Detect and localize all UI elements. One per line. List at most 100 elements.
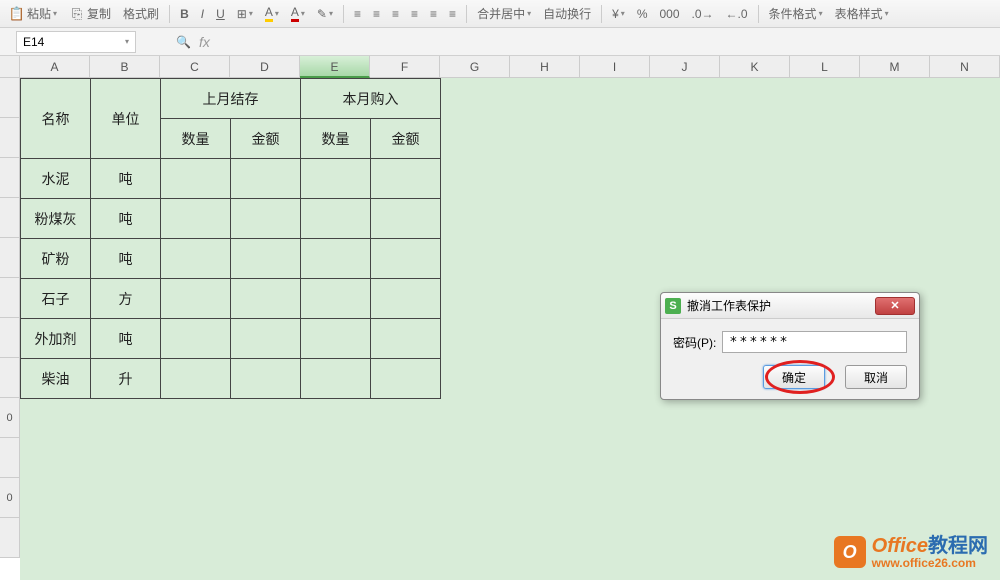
cell[interactable] <box>371 279 441 319</box>
cell[interactable] <box>301 159 371 199</box>
header-this-month[interactable]: 本月购入 <box>301 79 441 119</box>
header-qty[interactable]: 数量 <box>301 119 371 159</box>
fx-icon[interactable]: fx <box>199 34 210 50</box>
search-icon[interactable]: 🔍 <box>176 35 191 49</box>
column-header-L[interactable]: L <box>790 56 860 78</box>
cell-name[interactable]: 柴油 <box>21 359 91 399</box>
row-header[interactable] <box>0 358 20 398</box>
cell[interactable] <box>301 279 371 319</box>
header-amount[interactable]: 金额 <box>231 119 301 159</box>
column-header-N[interactable]: N <box>930 56 1000 78</box>
header-last-month[interactable]: 上月结存 <box>161 79 301 119</box>
cell-unit[interactable]: 吨 <box>91 319 161 359</box>
cell-name[interactable]: 石子 <box>21 279 91 319</box>
cell[interactable] <box>231 359 301 399</box>
align-top-button[interactable]: ≡ <box>406 5 423 23</box>
cell[interactable] <box>371 159 441 199</box>
cell[interactable] <box>301 319 371 359</box>
conditional-format-button[interactable]: 条件格式 ▾ <box>764 3 828 24</box>
cell[interactable] <box>301 239 371 279</box>
cell[interactable] <box>161 159 231 199</box>
header-amount[interactable]: 金额 <box>371 119 441 159</box>
column-header-C[interactable]: C <box>160 56 230 78</box>
cell[interactable] <box>161 239 231 279</box>
cell-name[interactable]: 矿粉 <box>21 239 91 279</box>
highlight-button[interactable]: ✎▾ <box>312 5 338 23</box>
cell-unit[interactable]: 吨 <box>91 199 161 239</box>
column-header-J[interactable]: J <box>650 56 720 78</box>
decrease-decimal-button[interactable]: ←.0 <box>721 5 753 23</box>
align-left-button[interactable]: ≡ <box>349 5 366 23</box>
row-header[interactable] <box>0 278 20 318</box>
column-header-G[interactable]: G <box>440 56 510 78</box>
cell-unit[interactable]: 吨 <box>91 239 161 279</box>
cell[interactable] <box>301 359 371 399</box>
copy-button[interactable]: ⎘ 复制 <box>64 3 116 24</box>
column-header-F[interactable]: F <box>370 56 440 78</box>
column-header-B[interactable]: B <box>90 56 160 78</box>
cell[interactable] <box>371 359 441 399</box>
cell[interactable] <box>231 199 301 239</box>
row-header[interactable] <box>0 158 20 198</box>
cell[interactable] <box>231 279 301 319</box>
currency-button[interactable]: ¥▾ <box>607 5 630 23</box>
row-header[interactable] <box>0 238 20 278</box>
cell-unit[interactable]: 吨 <box>91 159 161 199</box>
row-header[interactable] <box>0 118 20 158</box>
cell[interactable] <box>371 199 441 239</box>
bold-button[interactable]: B <box>175 5 194 23</box>
select-all-corner[interactable] <box>0 56 20 78</box>
close-button[interactable]: ✕ <box>875 297 915 315</box>
cell-name[interactable]: 水泥 <box>21 159 91 199</box>
header-name[interactable]: 名称 <box>21 79 91 159</box>
border-button[interactable]: ⊞▾ <box>232 5 258 23</box>
auto-wrap-button[interactable]: 自动换行 <box>538 3 596 24</box>
name-box[interactable]: E14 ▾ <box>16 31 136 53</box>
column-header-E[interactable]: E <box>300 56 370 78</box>
cell[interactable] <box>371 319 441 359</box>
italic-button[interactable]: I <box>196 5 209 23</box>
column-header-A[interactable]: A <box>20 56 90 78</box>
header-qty[interactable]: 数量 <box>161 119 231 159</box>
row-header[interactable] <box>0 518 20 558</box>
fill-color-button[interactable]: A▾ <box>260 3 284 24</box>
cancel-button[interactable]: 取消 <box>845 365 907 389</box>
row-header[interactable] <box>0 438 20 478</box>
increase-decimal-button[interactable]: .0→ <box>687 5 719 23</box>
column-header-D[interactable]: D <box>230 56 300 78</box>
align-right-button[interactable]: ≡ <box>387 5 404 23</box>
password-input[interactable] <box>722 331 907 353</box>
merge-center-button[interactable]: 合并居中 ▾ <box>472 3 536 24</box>
dialog-titlebar[interactable]: S 撤消工作表保护 ✕ <box>661 293 919 319</box>
paste-button[interactable]: 📋 粘贴 ▾ <box>4 3 62 24</box>
font-color-button[interactable]: A▾ <box>286 3 310 24</box>
align-bottom-button[interactable]: ≡ <box>444 5 461 23</box>
cell[interactable] <box>231 159 301 199</box>
header-unit[interactable]: 单位 <box>91 79 161 159</box>
percent-button[interactable]: % <box>632 5 653 23</box>
comma-button[interactable]: 000 <box>654 5 684 23</box>
column-header-K[interactable]: K <box>720 56 790 78</box>
align-center-button[interactable]: ≡ <box>368 5 385 23</box>
row-header[interactable] <box>0 198 20 238</box>
cell[interactable] <box>231 319 301 359</box>
cell-name[interactable]: 粉煤灰 <box>21 199 91 239</box>
cell[interactable] <box>371 239 441 279</box>
row-header[interactable] <box>0 318 20 358</box>
row-header[interactable]: 0 <box>0 478 20 518</box>
column-header-H[interactable]: H <box>510 56 580 78</box>
cell-name[interactable]: 外加剂 <box>21 319 91 359</box>
align-middle-button[interactable]: ≡ <box>425 5 442 23</box>
row-header[interactable] <box>0 78 20 118</box>
column-header-M[interactable]: M <box>860 56 930 78</box>
cell[interactable] <box>231 239 301 279</box>
table-style-button[interactable]: 表格样式 ▾ <box>830 3 894 24</box>
cell-unit[interactable]: 方 <box>91 279 161 319</box>
cell[interactable] <box>161 199 231 239</box>
format-painter-button[interactable]: 格式刷 <box>118 3 164 24</box>
cell[interactable] <box>301 199 371 239</box>
row-header[interactable]: 0 <box>0 398 20 438</box>
column-header-I[interactable]: I <box>580 56 650 78</box>
underline-button[interactable]: U <box>211 5 230 23</box>
cell-unit[interactable]: 升 <box>91 359 161 399</box>
